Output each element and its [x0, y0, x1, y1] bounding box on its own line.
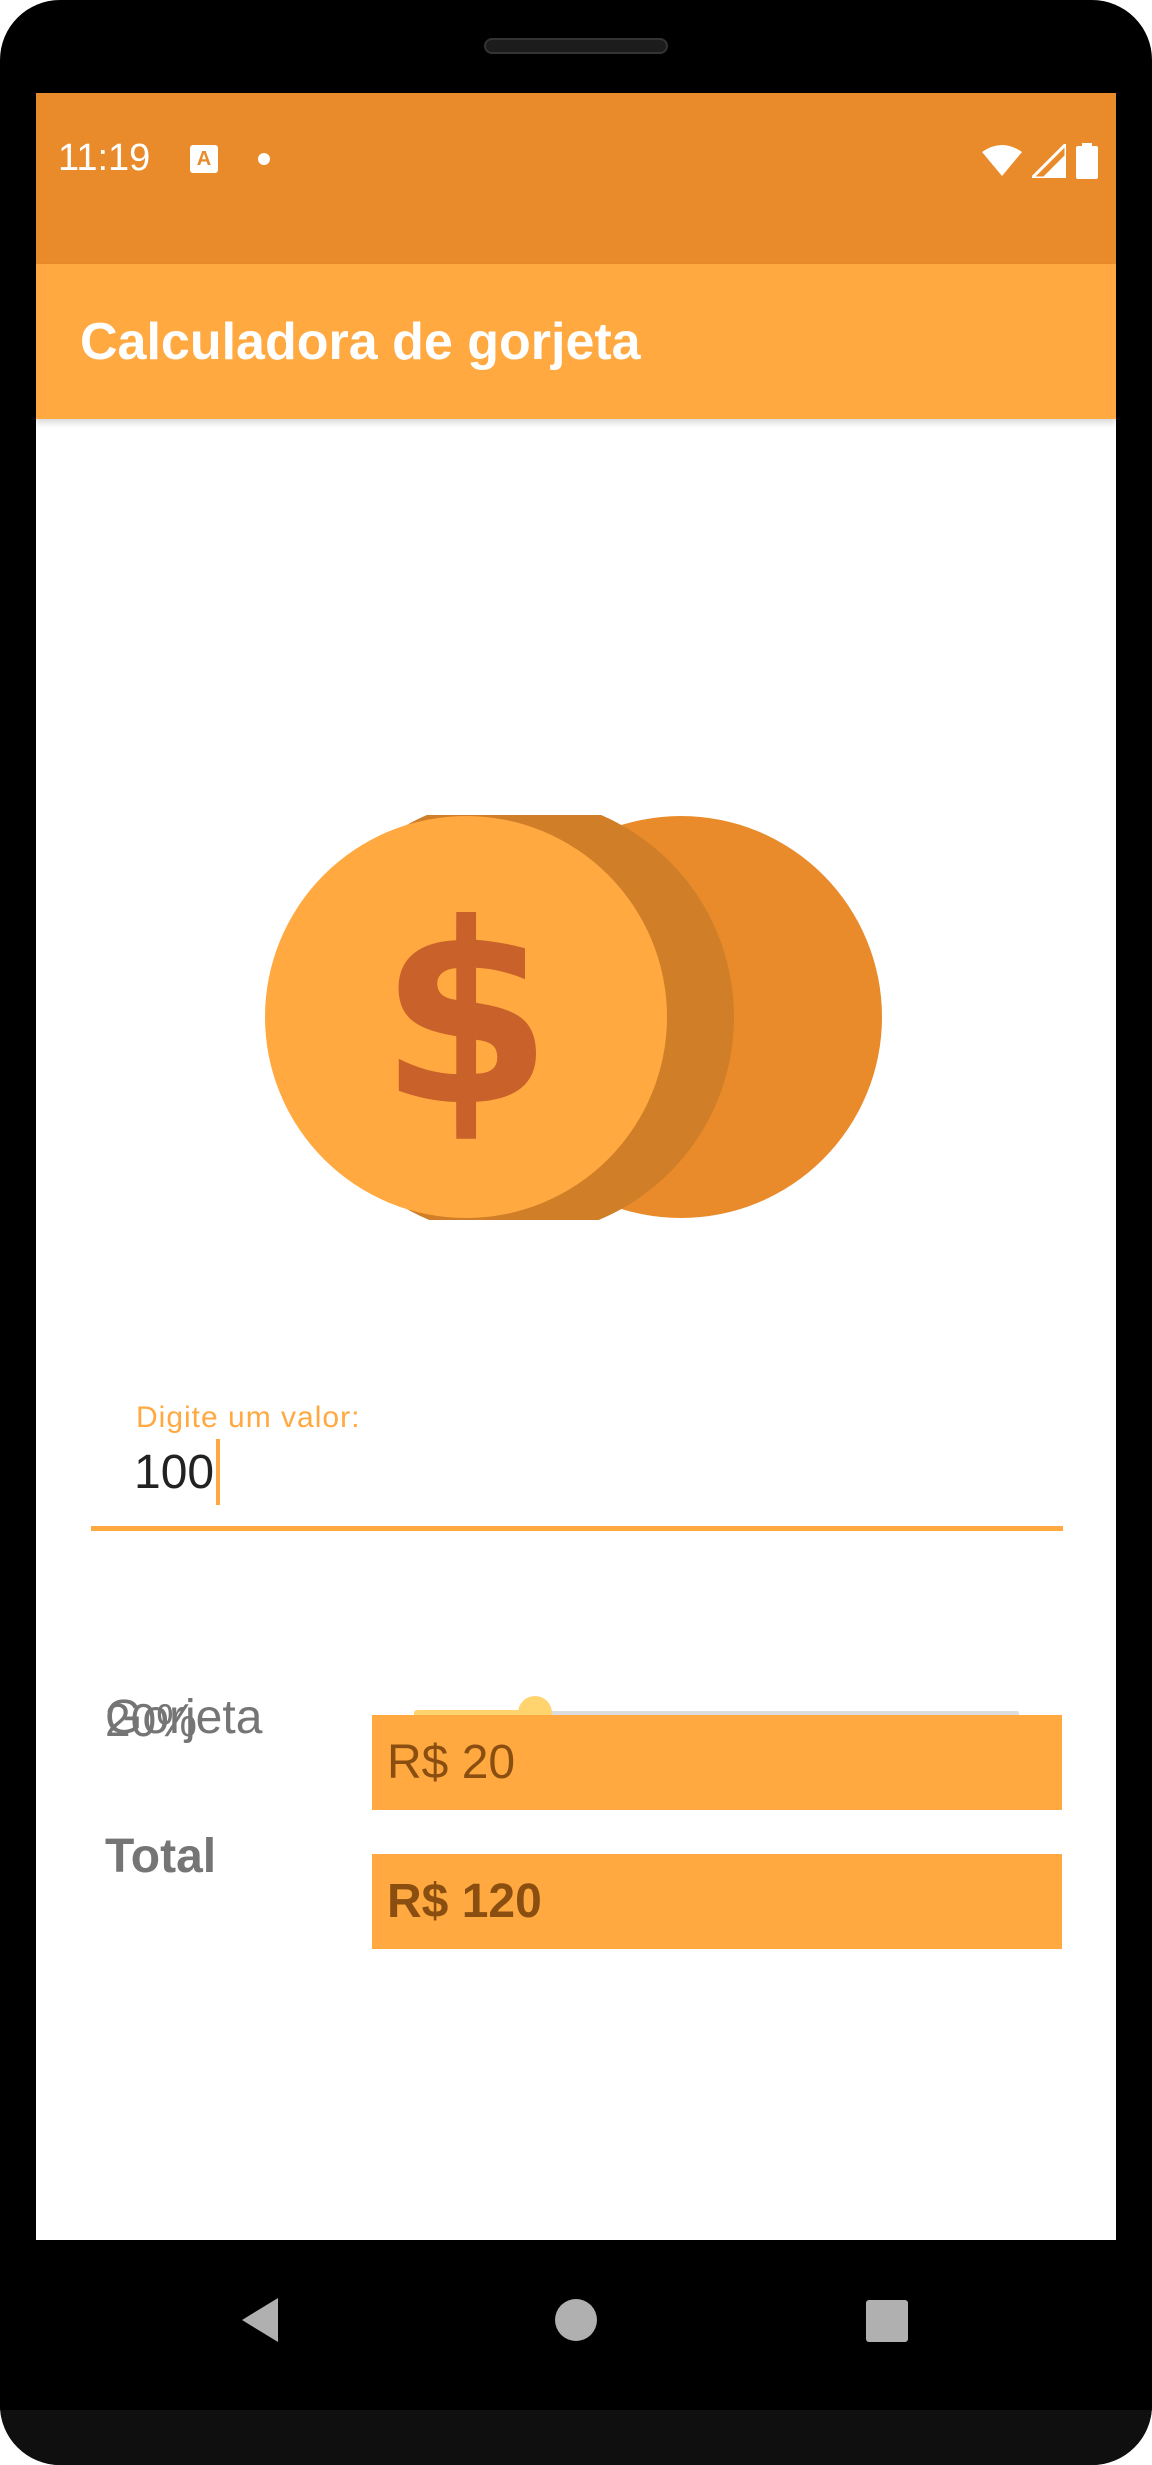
status-icons: [982, 143, 1098, 179]
status-time: 11:19: [58, 137, 151, 179]
text-caret: [216, 1439, 221, 1505]
dollar-symbol: $: [379, 870, 553, 1161]
navigation-bar: [0, 2240, 1152, 2410]
amount-input[interactable]: 100: [134, 1439, 221, 1505]
device-frame: 11:19 A Calculadora de gorjeta $ Digite …: [0, 0, 1152, 2465]
total-label: Total: [105, 1830, 217, 1883]
back-icon[interactable]: [234, 2290, 294, 2350]
tip-label: Gorjeta: [105, 1691, 263, 1744]
app-bar: Calculadora de gorjeta: [36, 264, 1116, 419]
battery-icon: [1076, 143, 1098, 179]
recents-icon[interactable]: [856, 2290, 916, 2350]
speaker-grille: [484, 38, 668, 54]
amount-field-label: Digite um valor:: [136, 1401, 361, 1434]
amount-value: 100: [134, 1445, 215, 1499]
screen: 11:19 A Calculadora de gorjeta $ Digite …: [36, 93, 1116, 2240]
tip-value: R$ 20: [387, 1736, 516, 1789]
total-value-box: R$ 120: [372, 1854, 1062, 1949]
status-bar: 11:19 A: [36, 93, 1116, 264]
amount-field-underline: [91, 1526, 1063, 1531]
notification-dot-icon: [258, 153, 270, 165]
home-icon[interactable]: [546, 2290, 606, 2350]
coins-dollar-icon: $: [265, 815, 882, 1220]
device-bottom: [0, 2410, 1152, 2465]
wifi-icon: [982, 145, 1022, 176]
total-value: R$ 120: [387, 1875, 542, 1928]
signal-icon: [1032, 144, 1066, 178]
app-title: Calculadora de gorjeta: [80, 313, 641, 371]
tip-value-box: R$ 20: [372, 1715, 1062, 1810]
notification-icon: A: [190, 145, 218, 173]
